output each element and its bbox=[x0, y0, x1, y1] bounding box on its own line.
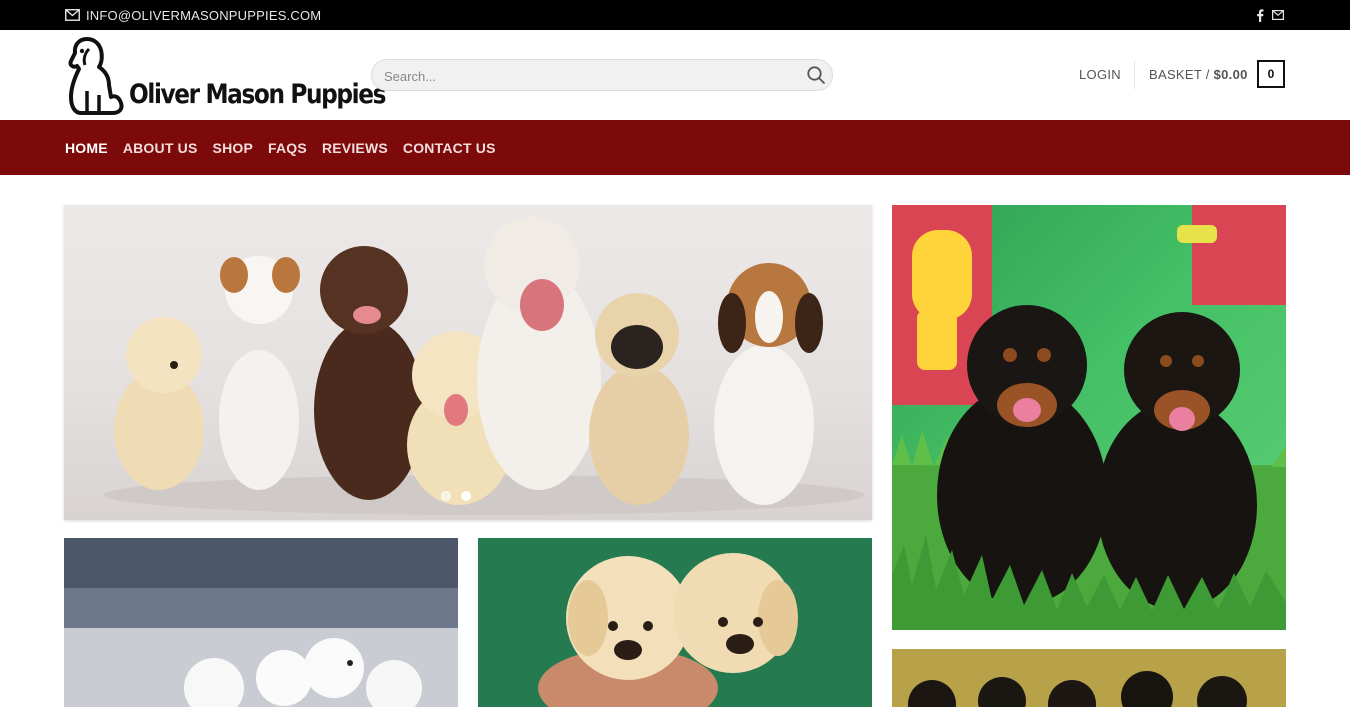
pomeranian-puppies-image[interactable] bbox=[64, 538, 458, 707]
search-bar bbox=[371, 59, 833, 92]
nav-item-reviews[interactable]: REVIEWS bbox=[322, 140, 388, 156]
dog-logo-icon bbox=[68, 37, 124, 115]
rottweiler-puppies-image[interactable] bbox=[892, 205, 1286, 630]
site-header: Oliver Mason Puppies LOGIN BASKET / $0.0… bbox=[0, 30, 1350, 120]
rottweiler-illustration bbox=[892, 205, 1286, 630]
nav-item-contact-us[interactable]: CONTACT US bbox=[403, 140, 496, 156]
nav-item-faqs[interactable]: FAQS bbox=[268, 140, 307, 156]
nav-item-home[interactable]: HOME bbox=[65, 140, 108, 156]
hero-slider[interactable] bbox=[64, 205, 872, 520]
puppies-group-image bbox=[104, 217, 864, 515]
basket-link[interactable]: BASKET / $0.00 bbox=[1149, 67, 1248, 82]
search-input[interactable] bbox=[382, 60, 796, 92]
facebook-icon[interactable] bbox=[1256, 8, 1264, 22]
contact-email-link[interactable]: INFO@OLIVERMASONPUPPIES.COM bbox=[65, 0, 321, 30]
litter-illustration bbox=[892, 649, 1286, 707]
social-links bbox=[1256, 0, 1284, 30]
basket-amount: $0.00 bbox=[1213, 67, 1248, 82]
search-icon bbox=[807, 66, 825, 84]
pomeranian-illustration bbox=[64, 538, 458, 707]
top-bar: INFO@OLIVERMASONPUPPIES.COM bbox=[0, 0, 1350, 30]
basket-label: BASKET / bbox=[1149, 67, 1214, 82]
slider-dot-1[interactable] bbox=[441, 491, 451, 501]
email-icon[interactable] bbox=[1272, 10, 1284, 20]
contact-email-text: INFO@OLIVERMASONPUPPIES.COM bbox=[86, 7, 322, 23]
search-button[interactable] bbox=[806, 65, 826, 85]
rottweiler-litter-image[interactable] bbox=[892, 649, 1286, 707]
basket-count-badge[interactable]: 0 bbox=[1257, 60, 1285, 88]
main-nav: HOME ABOUT US SHOP FAQS REVIEWS CONTACT … bbox=[0, 120, 1350, 175]
logo-wordmark: Oliver Mason Puppies bbox=[129, 79, 386, 110]
login-link[interactable]: LOGIN bbox=[1079, 67, 1121, 82]
envelope-icon bbox=[65, 9, 80, 21]
golden-retriever-puppies-image[interactable] bbox=[478, 538, 872, 707]
header-divider bbox=[1134, 61, 1135, 89]
nav-item-shop[interactable]: SHOP bbox=[213, 140, 253, 156]
slider-dot-2[interactable] bbox=[461, 491, 471, 501]
nav-item-about-us[interactable]: ABOUT US bbox=[123, 140, 198, 156]
golden-puppies-illustration bbox=[478, 538, 872, 707]
slider-dots bbox=[441, 491, 471, 501]
site-logo[interactable]: Oliver Mason Puppies bbox=[65, 35, 386, 117]
